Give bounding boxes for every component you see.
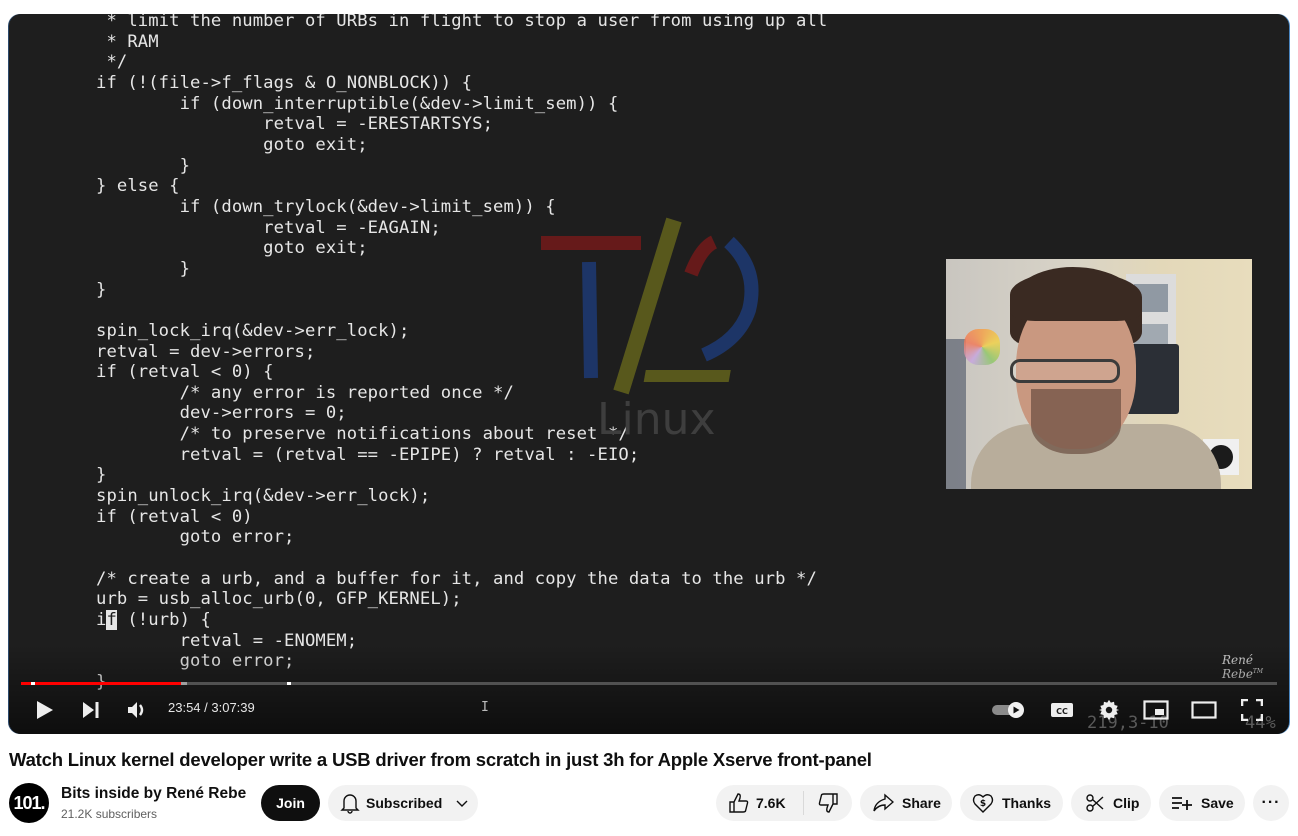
scissors-icon	[1086, 794, 1104, 812]
logo-two-base	[643, 370, 731, 382]
chapter-marker	[31, 682, 36, 685]
miniplayer-button[interactable]	[1142, 694, 1170, 726]
fullscreen-button[interactable]	[1239, 694, 1265, 726]
share-label: Share	[902, 795, 941, 811]
more-actions-button[interactable]: ···	[1253, 785, 1289, 821]
subscriber-count: 21.2K subscribers	[61, 807, 158, 821]
webcam-foreground	[946, 339, 966, 489]
code-line: retval = -ERESTARTSYS;	[96, 114, 494, 135]
theater-mode-icon	[1191, 701, 1217, 719]
share-icon	[873, 793, 894, 812]
thanks-label: Thanks	[1002, 795, 1052, 811]
webcam-overlay	[946, 259, 1252, 489]
dislike-button[interactable]	[804, 785, 852, 821]
share-button[interactable]: Share	[860, 785, 952, 821]
channel-avatar[interactable]: 101.	[9, 783, 49, 823]
join-label: Join	[276, 795, 305, 811]
svg-text:CC: CC	[1056, 707, 1068, 716]
logo-two-red	[684, 235, 718, 277]
time-display: 23:54 / 3:07:39	[168, 700, 255, 715]
captions-icon: CC	[1051, 703, 1073, 717]
next-icon	[83, 702, 99, 718]
subscribed-label: Subscribed	[366, 795, 443, 811]
next-button[interactable]	[79, 694, 103, 726]
like-dislike-group: 7.6K	[716, 785, 852, 821]
progress-played	[21, 682, 181, 685]
play-button[interactable]	[31, 694, 59, 726]
code-line: } else {	[96, 176, 180, 197]
logo-t-stem	[582, 261, 598, 379]
like-count: 7.6K	[756, 795, 786, 811]
chapter-marker	[286, 682, 291, 685]
save-label: Save	[1201, 795, 1234, 811]
thanks-button[interactable]: $ Thanks	[960, 785, 1063, 821]
heart-dollar-icon: $	[972, 794, 994, 813]
settings-button[interactable]	[1096, 694, 1122, 726]
fullscreen-icon	[1241, 699, 1263, 721]
logo-t-bar	[541, 236, 641, 250]
logo-two-blue	[701, 236, 759, 362]
webcam-wall-art	[964, 329, 1000, 365]
code-line: /* create a urb, and a buffer for it, an…	[96, 568, 817, 589]
gear-icon	[1098, 699, 1120, 721]
svg-text:$: $	[980, 799, 986, 809]
code-line: * RAM	[96, 31, 159, 52]
volume-button[interactable]	[125, 694, 151, 726]
code-line: if (retval < 0)	[96, 506, 253, 527]
webcam-person-hair-top	[1010, 271, 1142, 321]
code-line: */	[96, 52, 128, 73]
progress-bar[interactable]	[21, 682, 1277, 685]
join-button[interactable]: Join	[261, 785, 320, 821]
code-line: goto error;	[96, 527, 295, 548]
subscribed-button[interactable]: Subscribed	[328, 785, 478, 821]
clip-label: Clip	[1113, 795, 1140, 811]
play-icon	[37, 701, 53, 719]
code-line: * limit the number of URBs in flight to …	[96, 14, 828, 31]
more-icon: ···	[1261, 794, 1281, 811]
theater-mode-button[interactable]	[1190, 694, 1218, 726]
logo-linux-text: Linux	[597, 394, 716, 445]
code-line: if (down_interruptible(&dev->limit_sem))…	[96, 93, 619, 114]
code-line: spin_unlock_irq(&dev->err_lock);	[96, 486, 431, 507]
code-line: urb = usb_alloc_urb(0, GFP_KERNEL);	[96, 589, 462, 610]
mouse-cursor-ibeam: I	[481, 700, 489, 715]
webcam-person-beard	[1031, 389, 1121, 454]
video-player[interactable]: * limit the number of URBs in flight to …	[9, 14, 1289, 734]
chevron-down-icon	[456, 800, 468, 807]
autoplay-toggle-icon	[992, 702, 1024, 718]
thumbs-down-icon	[818, 793, 838, 813]
webcam-person-glasses	[1010, 359, 1120, 383]
code-line: if (!(file->f_flags & O_NONBLOCK)) {	[96, 72, 473, 93]
video-title: Watch Linux kernel developer write a USB…	[9, 749, 872, 770]
add-to-playlist-icon	[1172, 797, 1192, 810]
code-line: if (!urb) {	[96, 610, 211, 631]
autoplay-toggle[interactable]	[991, 694, 1027, 726]
volume-icon	[128, 702, 144, 718]
code-line: }	[96, 155, 191, 176]
thumbs-up-icon	[729, 793, 749, 813]
code-line: goto exit;	[96, 134, 368, 155]
clip-button[interactable]: Clip	[1071, 785, 1151, 821]
miniplayer-icon	[1143, 700, 1169, 720]
channel-name[interactable]: Bits inside by René Rebe	[61, 785, 246, 803]
like-button[interactable]: 7.6K	[716, 791, 804, 815]
captions-button[interactable]: CC	[1049, 694, 1075, 726]
save-button[interactable]: Save	[1159, 785, 1245, 821]
bell-icon	[340, 794, 360, 814]
text-cursor: f	[106, 610, 117, 631]
